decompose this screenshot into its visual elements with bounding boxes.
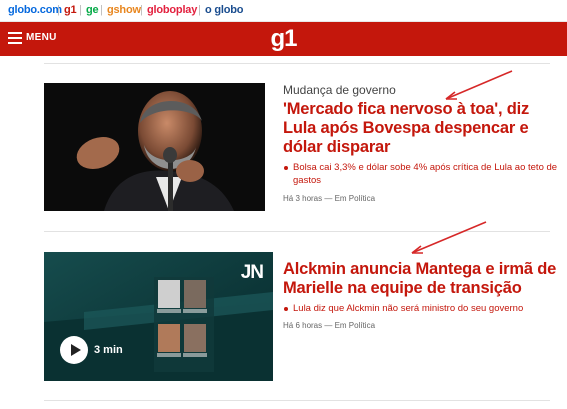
annotation-arrow-icon — [445, 70, 513, 100]
annotation-arrow-icon — [411, 221, 487, 254]
annotation-arrows — [411, 70, 513, 254]
